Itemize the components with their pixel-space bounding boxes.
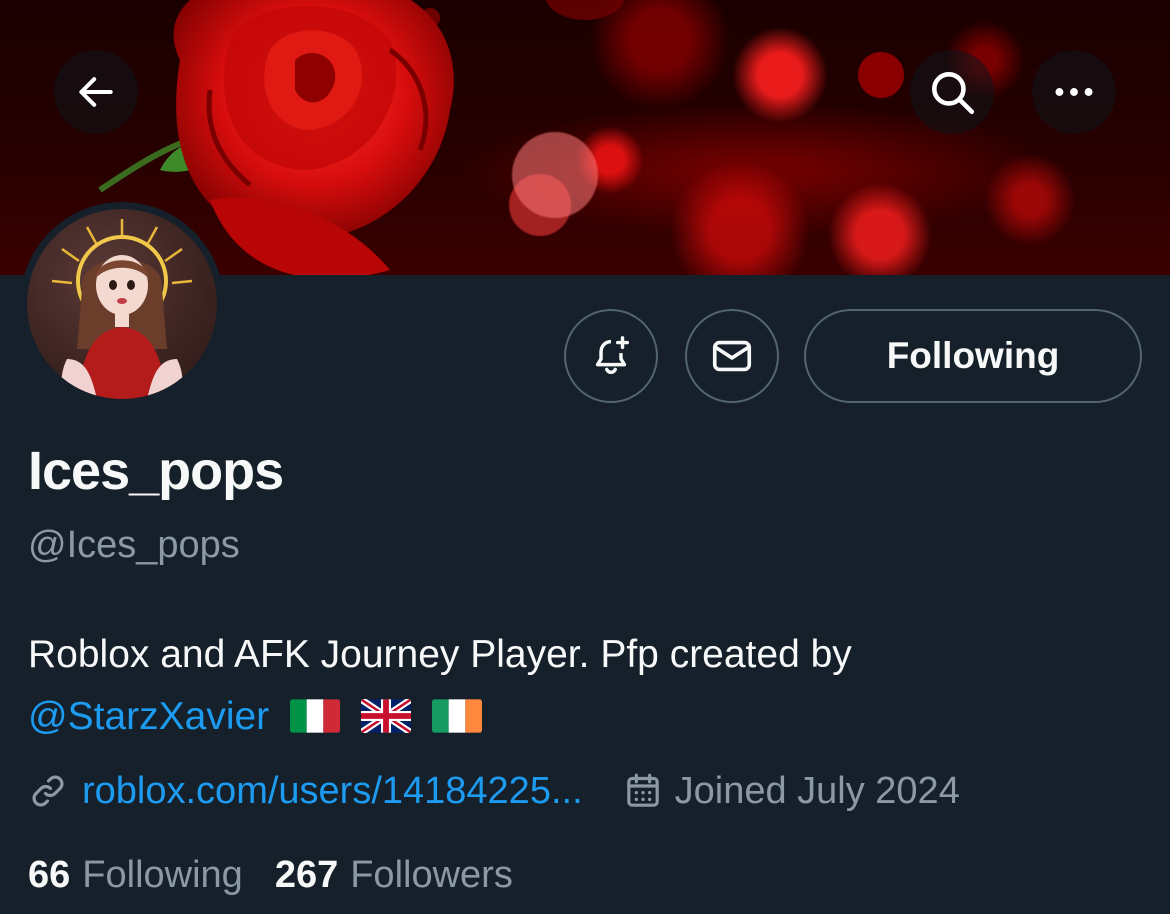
- joined-date: Joined July 2024: [623, 770, 960, 813]
- avatar[interactable]: [20, 202, 224, 406]
- italy-flag-icon: [290, 699, 341, 733]
- following-count: 66: [28, 853, 71, 896]
- profile-meta: roblox.com/users/14184225... Joined July…: [28, 766, 960, 816]
- avatar-image: [27, 209, 217, 399]
- following-label: Following: [82, 853, 243, 896]
- back-button[interactable]: [54, 50, 138, 134]
- bell-plus-icon: [595, 336, 630, 375]
- display-name: Ices_pops: [28, 441, 284, 501]
- website-link[interactable]: roblox.com/users/14184225...: [82, 770, 583, 813]
- following-count-link[interactable]: 66 Following: [28, 854, 243, 897]
- profile-page: Following Ices_pops @Ices_pops Roblox an…: [0, 0, 1170, 914]
- calendar-icon: [626, 773, 659, 807]
- following-button[interactable]: Following: [804, 309, 1142, 403]
- search-button[interactable]: [910, 50, 994, 134]
- bio-mention-link[interactable]: @StarzXavier: [28, 695, 269, 738]
- avatar-illustration: [51, 219, 193, 399]
- ireland-flag-icon: [431, 699, 482, 733]
- more-button[interactable]: [1032, 50, 1116, 134]
- followers-count: 267: [274, 853, 339, 896]
- more-horizontal-icon: [1055, 88, 1093, 96]
- bokeh-dot: [858, 52, 904, 98]
- followers-label: Followers: [350, 853, 513, 896]
- link-icon: [32, 775, 64, 807]
- profile-bio: Roblox and AFK Journey Player. Pfp creat…: [28, 624, 1148, 748]
- arrow-left-icon: [79, 77, 113, 107]
- joined-label: Joined July 2024: [674, 769, 960, 812]
- bio-text: Roblox and AFK Journey Player. Pfp creat…: [28, 633, 852, 676]
- user-handle: @Ices_pops: [28, 524, 240, 566]
- notifications-button[interactable]: [564, 309, 658, 403]
- uk-flag-icon: [360, 699, 411, 733]
- message-button[interactable]: [685, 309, 779, 403]
- search-icon: [932, 72, 975, 115]
- followers-count-link[interactable]: 267 Followers: [275, 854, 513, 897]
- bokeh-dot: [545, 0, 625, 20]
- follow-stats: 66 Following 267 Followers: [28, 852, 513, 898]
- envelope-icon: [712, 340, 752, 372]
